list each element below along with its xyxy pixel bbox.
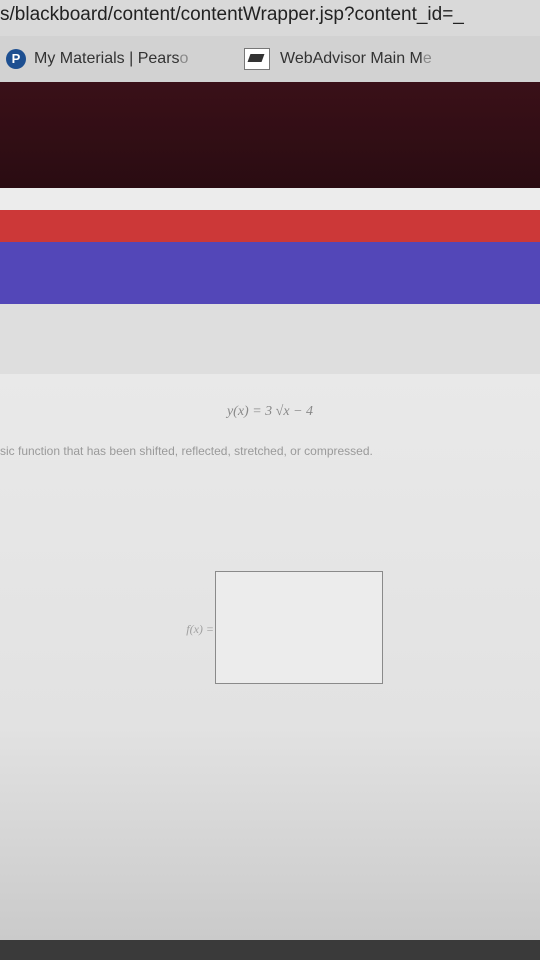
given-equation: y(x) = 3 √x − 4 <box>226 404 314 419</box>
address-bar[interactable]: s/blackboard/content/contentWrapper.jsp?… <box>0 0 540 36</box>
webadvisor-icon <box>244 47 270 70</box>
banner-divider <box>0 188 540 210</box>
blue-nav-strip <box>0 242 540 304</box>
bookmark-label: My Materials | Pears <box>34 50 180 67</box>
answer-label: f(x) = <box>186 622 214 636</box>
bookmark-my-materials[interactable]: P My Materials | Pearso <box>6 46 188 72</box>
pearson-p-icon: P <box>6 48 26 69</box>
red-nav-strip <box>0 210 540 242</box>
answer-input[interactable] <box>215 571 383 684</box>
screen-bezel <box>0 940 540 960</box>
bookmark-label: WebAdvisor Main M <box>280 50 423 67</box>
content-header <box>0 304 540 374</box>
problem-instruction: sic function that has been shifted, refl… <box>0 444 373 458</box>
bookmark-label-fade: e <box>422 50 432 67</box>
bookmark-label-fade: o <box>179 50 189 67</box>
site-banner <box>0 82 540 188</box>
bookmark-webadvisor[interactable]: WebAdvisor Main Me <box>244 46 432 72</box>
bookmarks-bar: P My Materials | Pearso WebAdvisor Main M… <box>0 36 540 83</box>
url-text: s/blackboard/content/contentWrapper.jsp?… <box>0 4 464 25</box>
